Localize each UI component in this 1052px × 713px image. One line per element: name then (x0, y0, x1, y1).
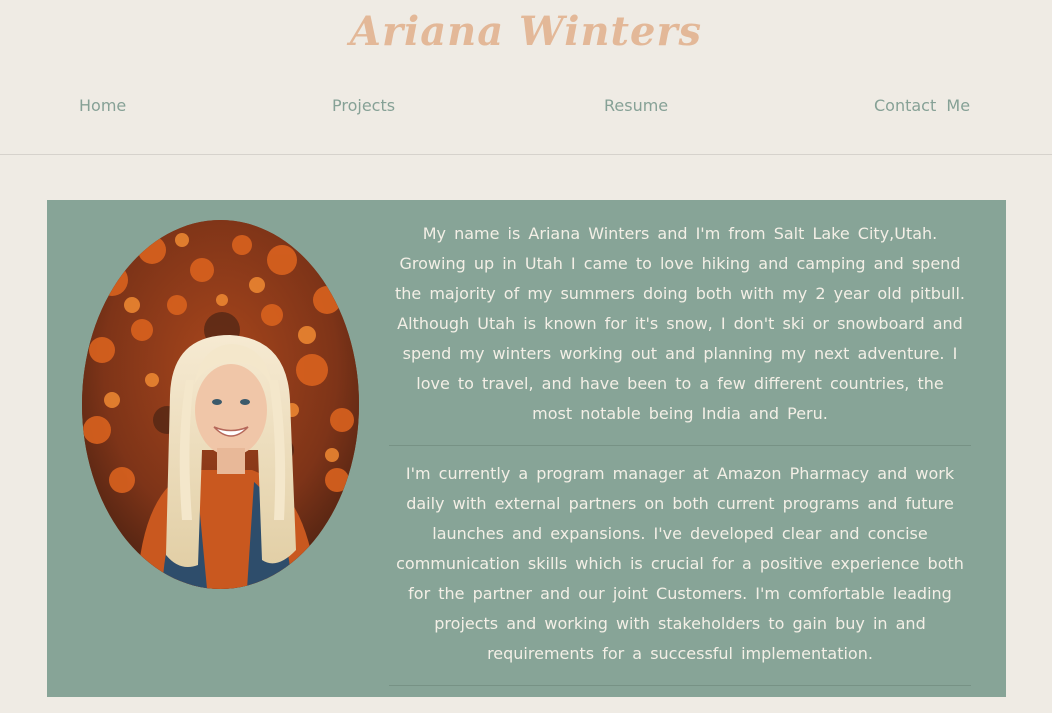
site-title: Ariana Winters (349, 8, 703, 55)
about-paragraph-intro: My name is Ariana Winters and I'm from S… (394, 224, 966, 423)
about-section: My name is Ariana Winters and I'm from S… (47, 200, 1006, 697)
nav-projects-link[interactable]: Projects (332, 94, 395, 118)
about-text: My name is Ariana Winters and I'm from S… (389, 219, 971, 686)
nav-resume-link[interactable]: Resume (604, 94, 668, 118)
nav-home-link[interactable]: Home (79, 94, 126, 118)
paragraph-divider-bottom (389, 685, 971, 686)
nav-contact-link[interactable]: Contact Me (874, 94, 970, 118)
header-divider (0, 154, 1052, 155)
about-paragraph-career: I'm currently a program manager at Amazo… (396, 464, 964, 663)
paragraph-divider (389, 445, 971, 446)
profile-photo (82, 220, 359, 589)
main-nav: Home Projects Resume Contact Me (0, 94, 1052, 118)
